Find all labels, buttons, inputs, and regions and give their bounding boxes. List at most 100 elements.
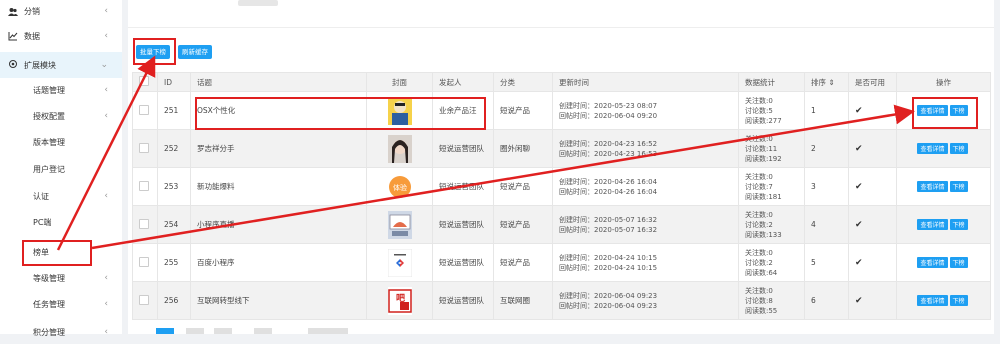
- view-detail-button[interactable]: 查看详情: [917, 219, 948, 230]
- enabled-check-icon[interactable]: ✔: [855, 144, 863, 154]
- select-all-checkbox[interactable]: [139, 76, 149, 86]
- chevron-left-icon: ‹: [104, 273, 108, 283]
- sidebar-item-0[interactable]: 分销 ‹: [0, 0, 122, 22]
- row-replied: 回帖时间：2020-04-24 10:15: [559, 263, 658, 272]
- row-reads: 阅读数:192: [745, 154, 782, 163]
- table-cell: 短说运营团队: [432, 129, 494, 168]
- row-sort[interactable]: 4: [811, 220, 816, 229]
- table-cell: ✔: [848, 129, 897, 168]
- pager-current[interactable]: [156, 328, 174, 334]
- row-topic[interactable]: 百度小程序: [197, 258, 235, 267]
- table-cell: 短说运营团队: [432, 205, 494, 244]
- chevron-left-icon: ‹: [104, 6, 108, 16]
- enabled-check-icon[interactable]: ✔: [855, 296, 863, 306]
- sidebar-item-12[interactable]: 积分管理 ‹: [0, 320, 122, 344]
- table-cell: 创建时间：2020-05-23 08:07 回帖时间：2020-06-04 09:…: [552, 91, 739, 130]
- table-cell: [132, 167, 158, 206]
- row-sort[interactable]: 2: [811, 144, 816, 153]
- table-cell: 创建时间：2020-04-26 16:04 回帖时间：2020-04-26 16:…: [552, 167, 739, 206]
- remove-from-list-button[interactable]: 下榜: [949, 143, 968, 154]
- row-replied: 回帖时间：2020-05-07 16:32: [559, 225, 658, 234]
- enabled-check-icon[interactable]: ✔: [855, 220, 863, 230]
- refresh-cache-button[interactable]: 刷新缓存: [178, 45, 212, 59]
- row-follows: 关注数:0: [745, 96, 773, 105]
- sidebar-item-7[interactable]: 认证 ‹: [0, 184, 122, 208]
- row-id: 253: [164, 182, 179, 191]
- divider: [128, 27, 994, 28]
- view-detail-button[interactable]: 查看详情: [917, 181, 948, 192]
- table-cell: 圈外闲聊: [493, 129, 553, 168]
- row-discuss: 讨论数:2: [745, 258, 773, 267]
- row-topic[interactable]: 罗志祥分手: [197, 144, 235, 153]
- table-cell: 1: [804, 91, 849, 130]
- table-cell: 短说产品: [493, 205, 553, 244]
- table-cell: ✔: [848, 281, 897, 320]
- sidebar-item-3[interactable]: 话题管理 ‹: [0, 78, 122, 102]
- chart-line-icon: [8, 31, 18, 41]
- column-header: 操作: [896, 72, 991, 92]
- sidebar-item-label: 扩展模块: [24, 60, 56, 70]
- pager-item[interactable]: [214, 328, 232, 334]
- row-checkbox[interactable]: [139, 294, 149, 305]
- row-checkbox[interactable]: [139, 256, 149, 267]
- table-cell: 查看详情 下榜: [896, 281, 991, 320]
- table-cell: 查看详情 下榜: [896, 129, 991, 168]
- remove-from-list-button[interactable]: 下榜: [949, 257, 968, 268]
- row-checkbox[interactable]: [139, 104, 149, 115]
- sidebar-item-6[interactable]: 用户登记: [0, 157, 122, 181]
- table-row: 254 小程序直播 短说运营团队 短说产品 创建时间：2020-05-07 16:32 回…: [132, 205, 991, 244]
- sidebar-item-11[interactable]: 任务管理 ‹: [0, 292, 122, 316]
- row-topic[interactable]: 互联网转型线下: [197, 296, 250, 305]
- row-checkbox[interactable]: [139, 180, 149, 191]
- cover-image: 吧: [387, 286, 412, 315]
- view-detail-button[interactable]: 查看详情: [917, 257, 948, 268]
- pager-jump[interactable]: [308, 328, 348, 334]
- row-id: 252: [164, 144, 179, 153]
- column-header[interactable]: 排序 ⇕: [804, 72, 849, 92]
- row-follows: 关注数:0: [745, 134, 773, 143]
- pager-item[interactable]: [186, 328, 204, 334]
- table-cell: 百度小程序: [190, 243, 367, 282]
- row-category: 圈外闲聊: [500, 144, 530, 153]
- sidebar-item-8[interactable]: PC端: [0, 210, 122, 234]
- row-discuss: 讨论数:5: [745, 106, 773, 115]
- row-topic[interactable]: 小程序直播: [197, 220, 235, 229]
- row-topic[interactable]: 新功能爆料: [197, 182, 235, 191]
- sidebar-item-1[interactable]: 数据 ‹: [0, 24, 122, 48]
- row-sort[interactable]: 1: [811, 106, 816, 115]
- row-checkbox[interactable]: [139, 142, 149, 153]
- view-detail-button[interactable]: 查看详情: [917, 295, 948, 306]
- row-sort[interactable]: 3: [811, 182, 816, 191]
- row-reads: 阅读数:55: [745, 306, 778, 315]
- sidebar-item-5[interactable]: 版本管理: [0, 130, 122, 154]
- row-author: 短说运营团队: [439, 144, 484, 153]
- row-checkbox[interactable]: [139, 218, 149, 229]
- sidebar-item-2[interactable]: 扩展模块 ⌄: [0, 52, 122, 78]
- row-replied: 回帖时间：2020-06-04 09:23: [559, 301, 658, 310]
- row-id: 256: [164, 296, 179, 305]
- table-cell: 252: [157, 129, 191, 168]
- top-tab-stub[interactable]: [238, 0, 278, 6]
- view-detail-button[interactable]: 查看详情: [917, 143, 948, 154]
- chevron-left-icon: ‹: [104, 327, 108, 337]
- enabled-check-icon[interactable]: ✔: [855, 182, 863, 192]
- sidebar-item-10[interactable]: 等级管理 ‹: [0, 266, 122, 290]
- chevron-left-icon: ‹: [104, 111, 108, 121]
- remove-from-list-button[interactable]: 下榜: [949, 219, 968, 230]
- row-category: 互联网圈: [500, 296, 530, 305]
- enabled-check-icon[interactable]: ✔: [855, 258, 863, 268]
- remove-from-list-button[interactable]: 下榜: [949, 295, 968, 306]
- chevron-left-icon: ‹: [104, 85, 108, 95]
- pager-item[interactable]: [254, 328, 272, 334]
- enabled-check-icon[interactable]: ✔: [855, 106, 863, 116]
- row-reads: 阅读数:133: [745, 230, 782, 239]
- users-icon: [8, 7, 18, 17]
- remove-from-list-button[interactable]: 下榜: [949, 181, 968, 192]
- row-sort[interactable]: 5: [811, 258, 816, 267]
- sidebar-item-label: 版本管理: [33, 137, 65, 147]
- row-author: 短说运营团队: [439, 296, 484, 305]
- row-sort[interactable]: 6: [811, 296, 816, 305]
- sidebar-item-4[interactable]: 授权配置 ‹: [0, 104, 122, 128]
- table-cell: 小程序直播: [190, 205, 367, 244]
- table-cell: [132, 243, 158, 282]
